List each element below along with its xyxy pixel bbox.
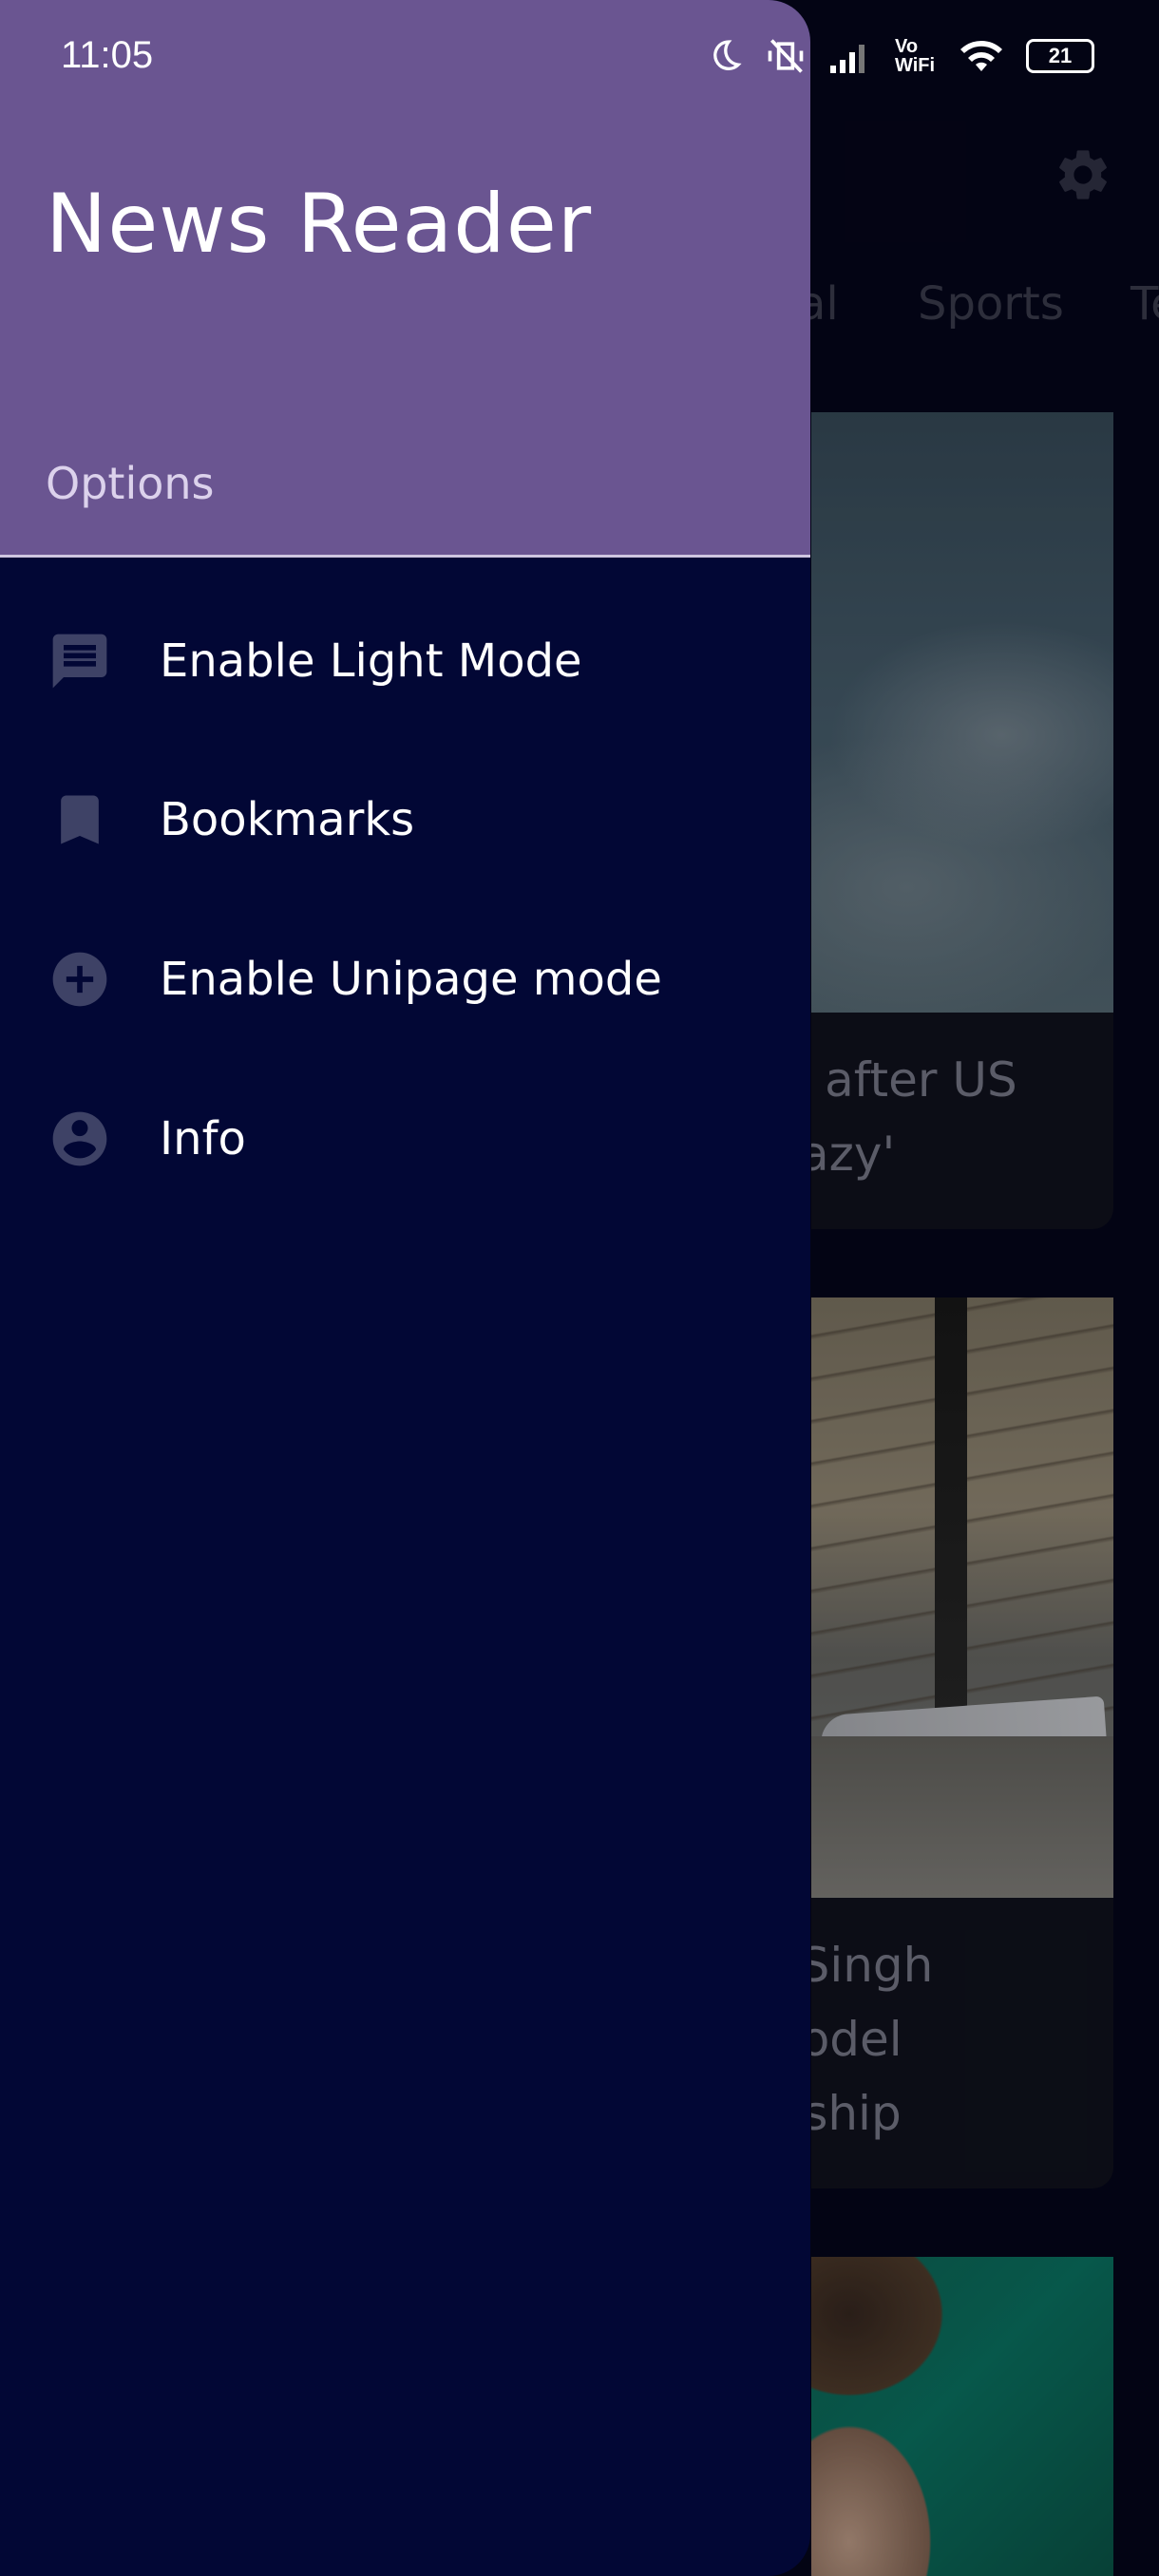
menu-item-info[interactable]: Info [0, 1072, 810, 1205]
bookmark-icon [61, 795, 99, 844]
header-divider [0, 555, 810, 558]
menu-item-enable-unipage-mode[interactable]: Enable Unipage mode [0, 913, 810, 1046]
drawer-header: News Reader Options [0, 0, 810, 555]
menu-item-label: Info [160, 1112, 246, 1165]
menu-item-enable-light-mode[interactable]: Enable Light Mode [0, 595, 810, 728]
options-subheader: Options [46, 458, 215, 509]
message-icon [52, 634, 107, 689]
menu-item-label: Enable Light Mode [160, 635, 582, 688]
status-icons: Vo WiFi 21 [705, 32, 1094, 80]
cellular-signal-icon [830, 45, 864, 73]
menu-item-bookmarks[interactable]: Bookmarks [0, 753, 810, 886]
do-not-disturb-moon-icon [713, 40, 742, 70]
status-time: 11:05 [61, 34, 154, 76]
wifi-icon [960, 41, 1002, 71]
vibrate-off-icon [768, 39, 804, 73]
battery-level: 21 [1048, 44, 1073, 67]
menu-item-label: Bookmarks [160, 793, 415, 846]
navigation-drawer: News Reader Options Enable Light Mode Bo… [0, 0, 810, 2576]
vowifi-label: Vo WiFi [895, 36, 936, 76]
app-title: News Reader [46, 177, 593, 272]
menu-item-label: Enable Unipage mode [160, 953, 662, 1006]
account-circle-icon [52, 1111, 107, 1166]
add-circle-icon [52, 952, 107, 1007]
battery-icon: 21 [1026, 39, 1094, 73]
